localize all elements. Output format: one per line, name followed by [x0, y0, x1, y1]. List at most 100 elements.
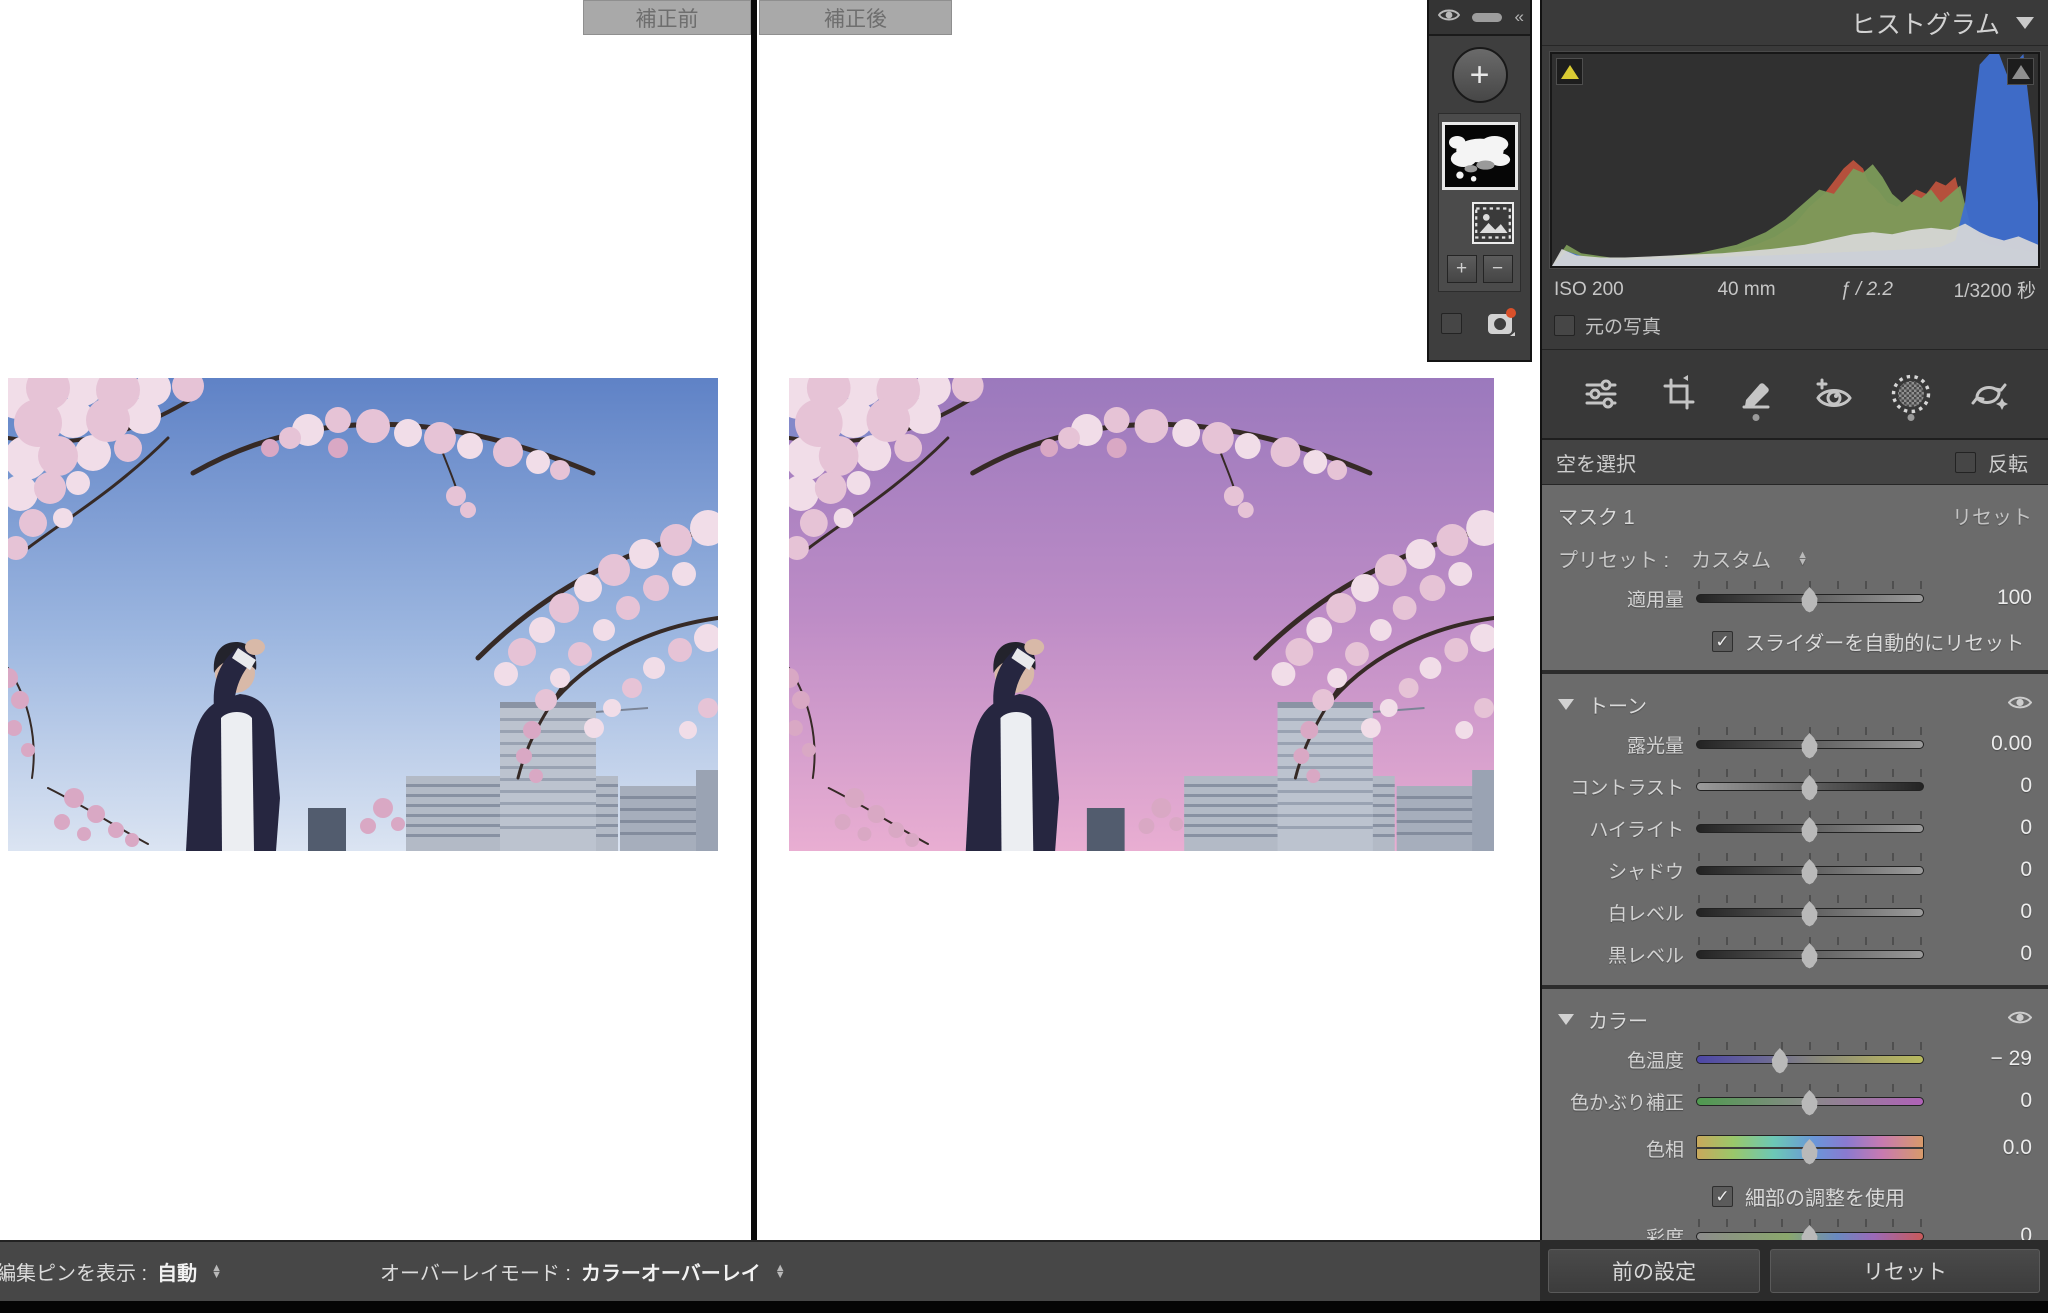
- amount-slider[interactable]: [1696, 581, 1924, 615]
- blacks-value[interactable]: 0: [1924, 942, 2036, 966]
- reset-label: リセット: [1863, 1256, 1947, 1286]
- masking-edit-dot: [1908, 414, 1915, 421]
- masks-panel-header: «: [1429, 0, 1530, 36]
- amount-label: 適用量: [1554, 585, 1696, 612]
- temperature-slider-row: 色温度 − 29: [1554, 1038, 2036, 1080]
- overlay-mode-value[interactable]: カラーオーバーレイ: [581, 1257, 761, 1286]
- contrast-slider[interactable]: [1696, 769, 1924, 803]
- add-mask-plus: +: [1470, 56, 1490, 95]
- histogram-collapse-icon[interactable]: [2016, 17, 2034, 29]
- preset-stepper[interactable]: [1797, 552, 1808, 566]
- edit-pins-stepper[interactable]: [211, 1265, 222, 1279]
- tone-visibility-eye-icon[interactable]: [2008, 693, 2032, 716]
- edit-pins-label: 編集ピンを表示 :: [0, 1257, 147, 1286]
- auto-reset-checkbox[interactable]: [1712, 631, 1733, 652]
- sky-selection-label: 空を選択: [1556, 448, 1636, 477]
- highlight-clipping-indicator[interactable]: [2007, 58, 2034, 85]
- iso-value: ISO 200: [1554, 279, 1684, 301]
- tint-value[interactable]: 0: [1924, 1089, 2036, 1113]
- histogram-title: ヒストグラム: [1851, 5, 2000, 41]
- highlights-value[interactable]: 0: [1924, 816, 2036, 840]
- masks-float-panel: « + +: [1427, 0, 1532, 362]
- focal-length-value: 40 mm: [1684, 279, 1809, 301]
- tool-strip: [1542, 350, 2048, 440]
- edit-pins-value[interactable]: 自動: [157, 1257, 197, 1286]
- shadows-label: シャドウ: [1554, 857, 1696, 884]
- after-label: 補正後: [824, 3, 887, 33]
- mask-subtract-component-button[interactable]: −: [1483, 255, 1513, 283]
- amount-value[interactable]: 100: [1924, 586, 2036, 610]
- red-eye-tool-button[interactable]: [1811, 365, 1857, 423]
- hue-value[interactable]: 0.0: [1924, 1136, 2036, 1160]
- photo-after[interactable]: [789, 378, 1494, 851]
- exposure-slider[interactable]: [1696, 727, 1924, 761]
- exposure-slider-row: 露光量 0.00: [1554, 723, 2036, 765]
- lightroom-app: 補正前 補正後: [0, 0, 2048, 1313]
- window-bottom-edge: [0, 1301, 2048, 1313]
- mask-overlay-checkbox[interactable]: [1441, 313, 1462, 334]
- temperature-label: 色温度: [1554, 1046, 1696, 1073]
- shadows-slider[interactable]: [1696, 853, 1924, 887]
- highlights-slider[interactable]: [1696, 811, 1924, 845]
- mask-settings-section: マスク 1 リセット プリセット : カスタム 適用量 100 スライダーを自動…: [1542, 485, 2048, 674]
- color-collapse-icon[interactable]: [1558, 1014, 1574, 1025]
- original-photo-label: 元の写真: [1585, 312, 1661, 339]
- whites-slider[interactable]: [1696, 895, 1924, 929]
- invert-checkbox[interactable]: [1955, 452, 1976, 473]
- temperature-slider[interactable]: [1696, 1042, 1924, 1076]
- contrast-value[interactable]: 0: [1924, 774, 2036, 798]
- temperature-value[interactable]: − 29: [1924, 1047, 2036, 1071]
- mask-list: + −: [1438, 113, 1521, 292]
- masks-visibility-eye-icon[interactable]: [1438, 8, 1460, 27]
- tone-section: トーン 露光量 0.00 コントラスト 0: [1542, 674, 2048, 989]
- tint-slider-row: 色かぶり補正 0: [1554, 1080, 2036, 1122]
- photo-before[interactable]: [8, 378, 718, 851]
- develop-panel: ヒストグラム ISO 200 40 mm ƒ / 2.2 1/3200 秒 元の…: [1540, 0, 2048, 1240]
- masks-panel-drag-handle[interactable]: [1472, 13, 1502, 22]
- healing-tool-button[interactable]: [1733, 365, 1779, 423]
- tone-collapse-icon[interactable]: [1558, 699, 1574, 710]
- color-visibility-eye-icon[interactable]: [2008, 1008, 2032, 1031]
- whites-value[interactable]: 0: [1924, 900, 2036, 924]
- mask-add-component-button[interactable]: +: [1447, 255, 1477, 283]
- tone-title: トーン: [1588, 690, 1647, 719]
- mask-overlay-mode-icon[interactable]: [1486, 306, 1518, 340]
- hue-slider[interactable]: [1696, 1131, 1924, 1165]
- overlay-mode-label: オーバーレイモード :: [380, 1257, 571, 1286]
- blacks-slider-row: 黒レベル 0: [1554, 933, 2036, 975]
- previous-settings-label: 前の設定: [1612, 1256, 1696, 1286]
- shadows-value[interactable]: 0: [1924, 858, 2036, 882]
- histogram-plot[interactable]: [1550, 52, 2040, 268]
- tint-slider[interactable]: [1696, 1084, 1924, 1118]
- whites-label: 白レベル: [1554, 899, 1696, 926]
- histogram-header[interactable]: ヒストグラム: [1542, 0, 2048, 46]
- mask-name: マスク 1: [1558, 501, 1635, 530]
- blacks-slider[interactable]: [1696, 937, 1924, 971]
- exposure-label: 露光量: [1554, 731, 1696, 758]
- mask1-thumbnail[interactable]: [1442, 122, 1518, 190]
- crop-tool-button[interactable]: [1656, 365, 1702, 423]
- color-section: カラー 色温度 − 29 色かぶり補正 0: [1542, 989, 2048, 1267]
- panel-footer: 前の設定 リセット: [1540, 1240, 2048, 1301]
- reset-button[interactable]: リセット: [1770, 1249, 2040, 1293]
- preset-value[interactable]: カスタム: [1691, 544, 1771, 573]
- color-title: カラー: [1588, 1005, 1648, 1034]
- after-label-badge: 補正後: [759, 0, 952, 35]
- overlay-mode-stepper[interactable]: [775, 1265, 786, 1279]
- previous-settings-button[interactable]: 前の設定: [1548, 1249, 1760, 1293]
- original-photo-checkbox[interactable]: [1554, 315, 1575, 336]
- shadow-clipping-indicator[interactable]: [1556, 58, 1583, 85]
- edit-sliders-tool-button[interactable]: [1578, 365, 1624, 423]
- exposure-value[interactable]: 0.00: [1924, 732, 2036, 756]
- mask1-component-thumbnail[interactable]: [1472, 202, 1514, 244]
- detail-adjust-checkbox[interactable]: [1712, 1186, 1733, 1207]
- hue-slider-row: 色相 0.0: [1554, 1122, 2036, 1174]
- whites-slider-row: 白レベル 0: [1554, 891, 2036, 933]
- highlights-label: ハイライト: [1554, 815, 1696, 842]
- mask-reset-button[interactable]: リセット: [1952, 501, 2032, 530]
- add-mask-button[interactable]: +: [1452, 47, 1508, 103]
- masking-tool-button[interactable]: [1888, 365, 1934, 423]
- presets-tool-button[interactable]: [1966, 365, 2012, 423]
- collapse-panel-icon[interactable]: «: [1515, 7, 1521, 27]
- before-label: 補正前: [636, 3, 699, 33]
